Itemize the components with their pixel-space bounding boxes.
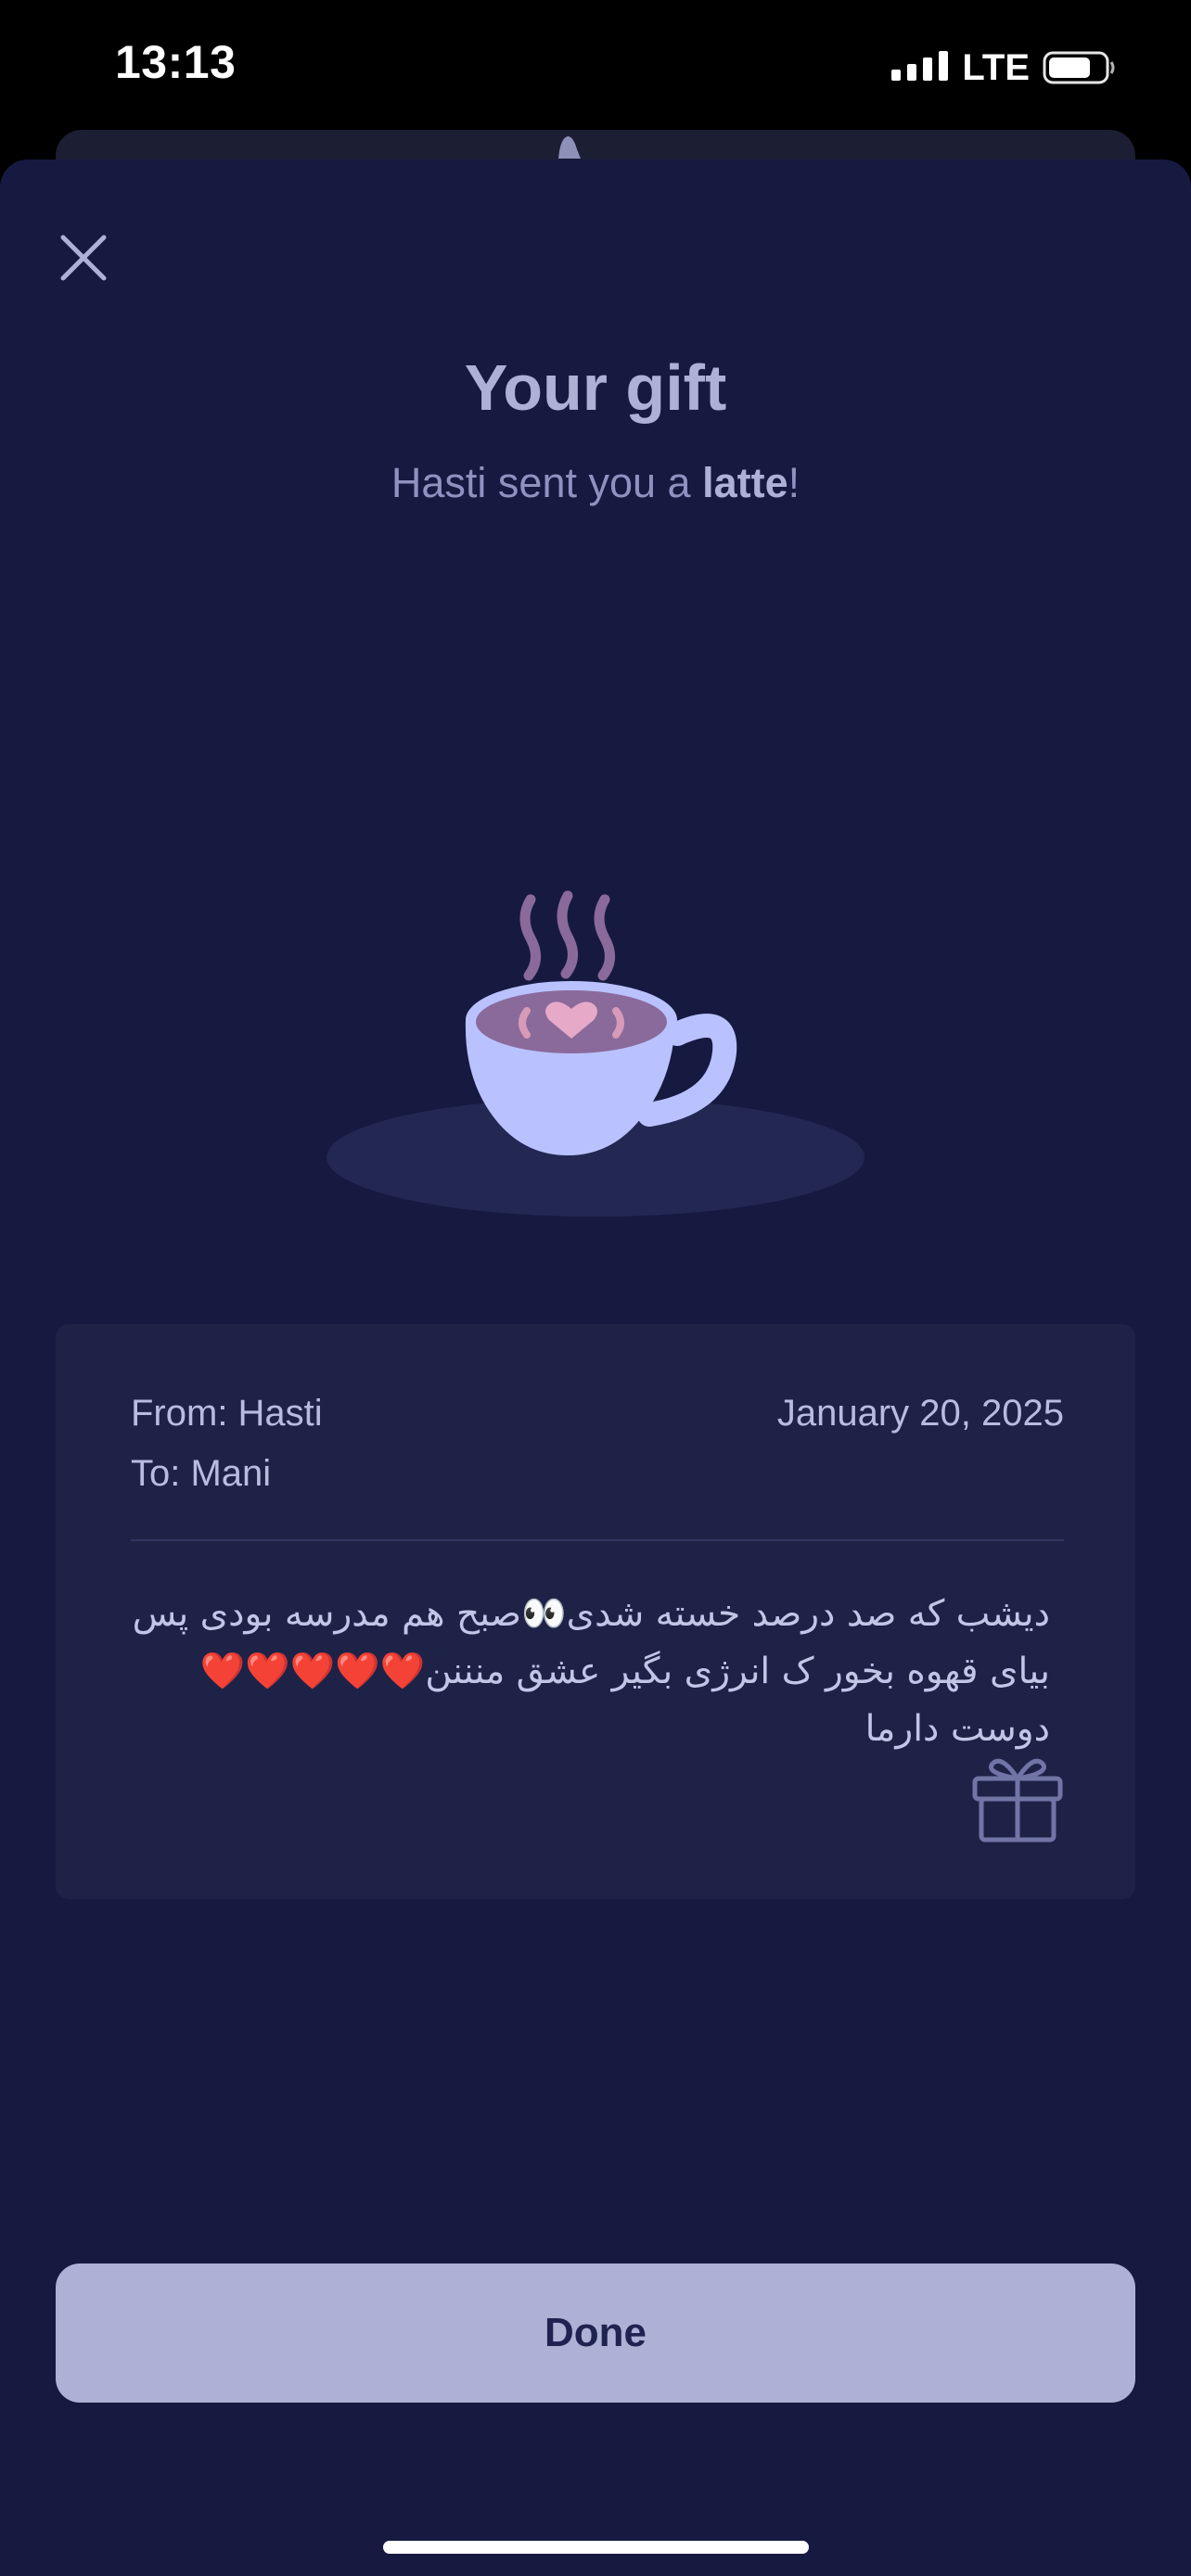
card-divider (131, 1539, 1064, 1541)
home-indicator[interactable] (383, 2541, 809, 2554)
screen: 13:13 LTE Your gift Hasti sent you a lat… (0, 0, 1191, 2576)
page-title: Your gift (464, 351, 727, 424)
recipient-label: To: Mani (131, 1453, 272, 1494)
latte-cup-icon (327, 890, 864, 1217)
subtitle-suffix: ! (788, 459, 800, 506)
gift-message-text: دیشب که صد درصد خسته شدی👀صبح هم مدرسه بو… (132, 1593, 1050, 1750)
status-time: 13:13 (115, 36, 237, 88)
subtitle-prefix: Hasti sent you a (391, 459, 703, 506)
gift-subtitle: Hasti sent you a latte! (0, 459, 1191, 507)
close-button[interactable] (48, 223, 119, 293)
subtitle-item: latte (702, 459, 788, 506)
signal-bars-icon (891, 51, 949, 81)
done-button[interactable]: Done (56, 2264, 1135, 2403)
battery-icon (1043, 51, 1115, 84)
gift-date: January 20, 2025 (776, 1393, 1064, 1434)
gift-icon (972, 1758, 1063, 1843)
close-icon (60, 235, 107, 281)
background-card-icon (558, 136, 581, 159)
network-label: LTE (962, 46, 1030, 88)
status-indicators: LTE (891, 45, 1117, 91)
status-bar: 13:13 LTE (0, 0, 1191, 130)
sender-label: From: Hasti (131, 1393, 323, 1434)
